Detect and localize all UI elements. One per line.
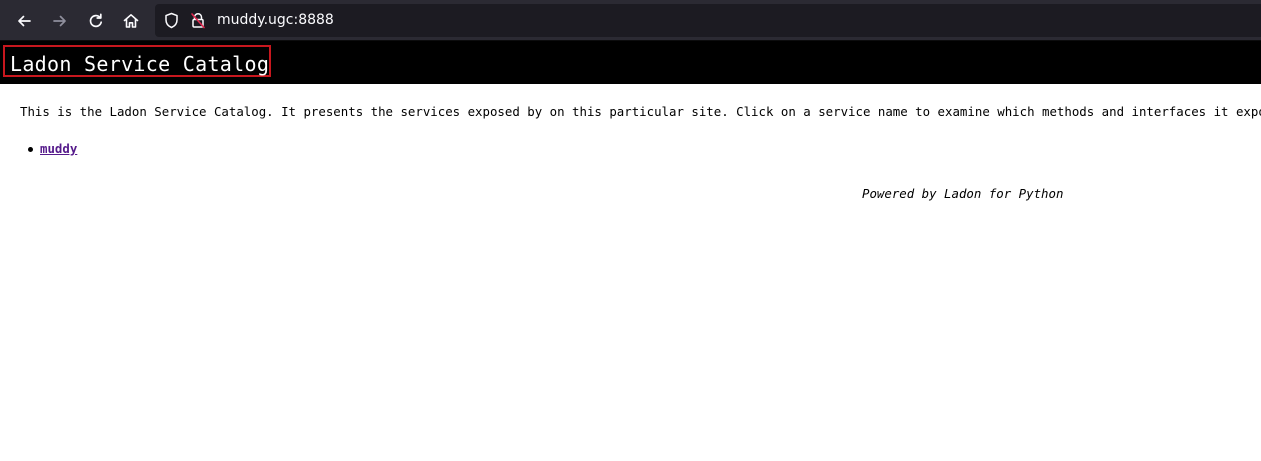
address-bar[interactable]: muddy.ugc:8888 xyxy=(155,4,1261,37)
powered-by-text: Powered by Ladon for Python xyxy=(862,186,1064,201)
page-title: Ladon Service Catalog xyxy=(10,52,270,76)
bullet xyxy=(28,147,33,152)
browser-toolbar: muddy.ugc:8888 xyxy=(0,0,1261,41)
header-bar: Ladon Service Catalog xyxy=(0,41,1261,84)
url-text[interactable]: muddy.ugc:8888 xyxy=(217,12,334,28)
list-item: muddy xyxy=(28,141,77,157)
arrow-right-icon xyxy=(53,15,66,27)
service-link-muddy[interactable]: muddy xyxy=(40,141,77,156)
insecure-lock-icon[interactable] xyxy=(190,12,206,29)
forward-button[interactable] xyxy=(46,7,74,35)
reload-button[interactable] xyxy=(82,7,110,35)
service-list: muddy xyxy=(28,141,77,157)
reload-icon xyxy=(89,13,103,28)
arrow-left-icon xyxy=(18,15,31,27)
home-button[interactable] xyxy=(117,7,145,35)
home-icon xyxy=(123,14,139,28)
shield-icon[interactable] xyxy=(163,12,180,29)
back-button[interactable] xyxy=(10,7,38,35)
page-content: Ladon Service Catalog This is the Ladon … xyxy=(0,41,1261,461)
intro-text: This is the Ladon Service Catalog. It pr… xyxy=(20,104,1261,119)
